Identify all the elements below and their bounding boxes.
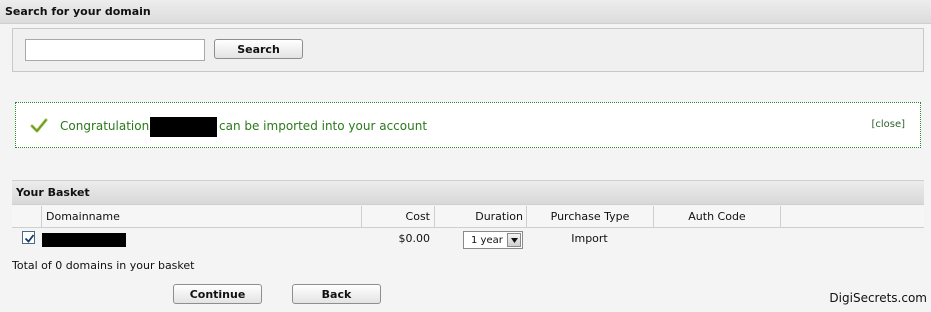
row-purchase-type: Import [571, 232, 608, 245]
success-message-box: Congratulations! can be imported into yo… [15, 102, 921, 148]
message-text-end: can be imported into your account [219, 119, 428, 133]
column-header-auth-code: Auth Code [653, 206, 780, 228]
basket-total-text: Total of 0 domains in your basket [12, 259, 195, 272]
column-header-domainname: Domainname [41, 206, 361, 228]
search-button[interactable]: Search [214, 39, 303, 59]
back-button[interactable]: Back [292, 284, 381, 304]
close-message-link[interactable]: [close] [871, 119, 905, 130]
table-row: $0.00 1 year Import [12, 229, 924, 253]
column-header-cost: Cost [361, 206, 434, 228]
checkmark-icon [30, 117, 48, 135]
redacted-domain-name [150, 117, 217, 137]
column-header-spacer [780, 206, 924, 228]
chevron-down-icon[interactable] [507, 233, 521, 247]
search-panel: Search [12, 28, 924, 72]
watermark-text: DigiSecrets.com [829, 291, 927, 305]
basket-column-headers: Domainname Cost Duration Purchase Type A… [12, 206, 924, 228]
search-section-title: Search for your domain [0, 0, 931, 24]
duration-selected-value: 1 year [471, 235, 503, 246]
domain-select-checkbox[interactable] [22, 231, 35, 244]
domain-search-input[interactable] [25, 39, 205, 61]
column-header-purchase-type: Purchase Type [526, 206, 653, 228]
message-text-start: Congratulations! [60, 119, 161, 133]
continue-button[interactable]: Continue [173, 284, 262, 304]
duration-select[interactable]: 1 year [463, 231, 523, 249]
redacted-domain-name [42, 233, 126, 247]
column-header-select [12, 206, 41, 228]
column-header-duration: Duration [434, 206, 526, 228]
row-cost: $0.00 [398, 232, 431, 245]
basket-title: Your Basket [12, 180, 924, 205]
